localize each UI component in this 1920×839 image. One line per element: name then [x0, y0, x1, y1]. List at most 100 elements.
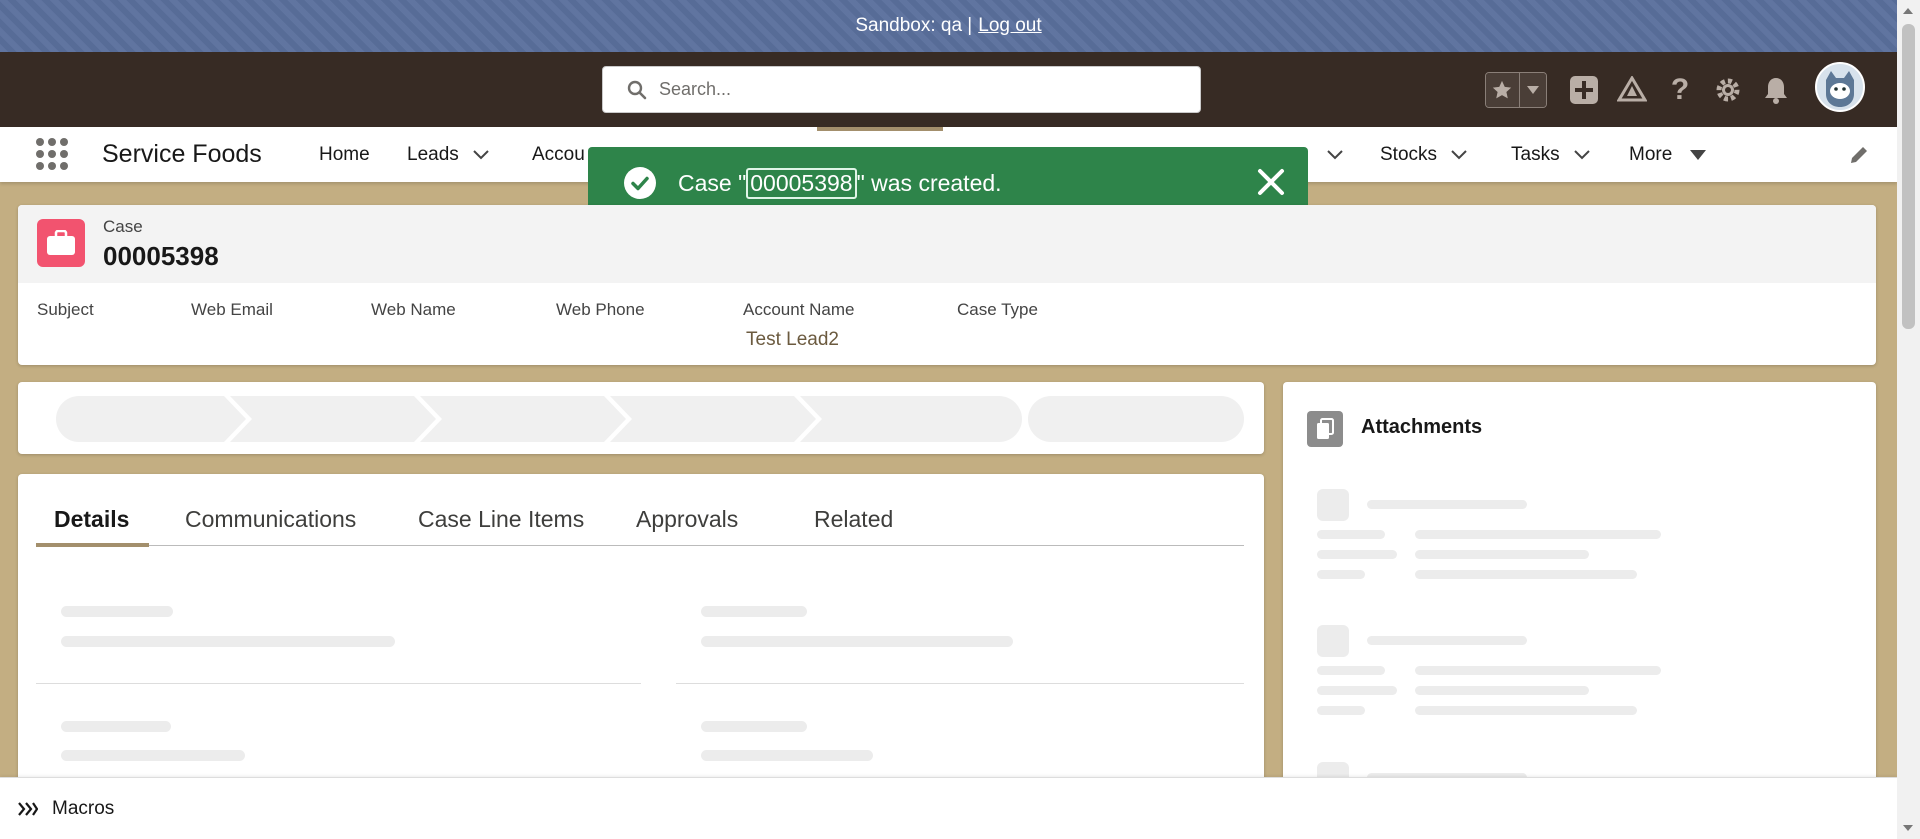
nav-item-home[interactable]: Home: [319, 127, 370, 182]
skeleton-thumb: [1317, 625, 1349, 657]
record-title: 00005398: [103, 241, 219, 271]
highlight-fields: Subject Web Email Web Name Web Phone Acc…: [18, 283, 1876, 365]
account-name-link[interactable]: Test Lead2: [746, 329, 839, 351]
path-action-placeholder: [1028, 396, 1244, 442]
skeleton-line: [1317, 530, 1385, 539]
tab-approvals[interactable]: Approvals: [636, 506, 738, 533]
page-scrollbar[interactable]: [1897, 0, 1920, 839]
global-search[interactable]: [602, 66, 1201, 113]
close-icon[interactable]: [1256, 167, 1286, 203]
nav-item-label: Home: [319, 143, 370, 165]
field-divider: [676, 683, 1244, 684]
logout-link[interactable]: Log out: [978, 15, 1041, 37]
nav-item-label: Stocks: [1380, 143, 1438, 165]
nav-item-label: More: [1629, 143, 1673, 165]
macros-icon[interactable]: [18, 801, 38, 817]
field-label-web-email: Web Email: [191, 300, 273, 319]
nav-item-label: Accou: [532, 143, 585, 165]
sandbox-label: Sandbox: qa |: [855, 15, 973, 36]
attachments-card: Attachments: [1283, 382, 1876, 839]
skeleton-thumb: [1317, 489, 1349, 521]
path-card: [18, 382, 1264, 454]
favorites-dropdown-icon[interactable]: [1518, 73, 1546, 107]
nav-item-tasks[interactable]: Tasks: [1511, 127, 1590, 182]
nav-item-stocks[interactable]: Stocks: [1380, 127, 1467, 182]
skeleton-line: [1415, 530, 1661, 539]
skeleton-line: [1415, 550, 1589, 559]
toast-record-link[interactable]: 00005398: [746, 167, 857, 199]
record-header: Case 00005398: [18, 205, 1876, 283]
favorites-star-icon[interactable]: [1486, 73, 1519, 107]
skeleton-line: [1317, 706, 1365, 715]
skeleton-line: [61, 636, 395, 647]
nav-item-accounts[interactable]: Accou: [532, 127, 585, 182]
toast-suffix: " was created.: [856, 169, 1002, 196]
field-label-account-name: Account Name: [743, 300, 855, 319]
notifications-bell-icon[interactable]: [1761, 75, 1791, 105]
chevron-down-icon[interactable]: [1573, 149, 1590, 160]
sandbox-banner: Sandbox: qa | Log out: [0, 0, 1897, 52]
field-divider: [36, 683, 641, 684]
scroll-up-arrow-icon[interactable]: [1903, 8, 1913, 14]
header-icons: ?: [1485, 70, 1809, 110]
field-label-subject: Subject: [37, 300, 94, 319]
app-launcher-icon[interactable]: [35, 137, 71, 173]
nav-item-label: Tasks: [1511, 143, 1560, 165]
skeleton-line: [1317, 550, 1397, 559]
skeleton-line: [1367, 636, 1527, 645]
skeleton-line: [1415, 706, 1637, 715]
skeleton-line: [1317, 686, 1397, 695]
trailhead-icon[interactable]: [1617, 75, 1647, 105]
scroll-down-arrow-icon[interactable]: [1903, 825, 1913, 831]
field-label-case-type: Case Type: [957, 300, 1038, 319]
skeleton-line: [61, 606, 173, 617]
attachments-icon: [1307, 411, 1343, 447]
tab-case-line-items[interactable]: Case Line Items: [418, 506, 584, 533]
nav-item-label: Leads: [407, 143, 459, 165]
app-name: Service Foods: [102, 140, 262, 168]
caret-down-icon[interactable]: [1690, 149, 1707, 160]
favorites-group: [1485, 72, 1547, 108]
help-icon[interactable]: ?: [1665, 75, 1695, 105]
field-label-web-phone: Web Phone: [556, 300, 645, 319]
macros-label[interactable]: Macros: [52, 798, 114, 820]
success-check-icon: [624, 167, 656, 199]
active-tab-indicator: [36, 543, 149, 547]
edit-nav-pencil-icon[interactable]: [1848, 144, 1870, 166]
global-actions-plus-icon[interactable]: [1569, 75, 1599, 105]
toast-prefix: Case ": [678, 169, 747, 196]
record-tabs: Details Communications Case Line Items A…: [36, 494, 1244, 547]
search-input[interactable]: [659, 79, 1159, 100]
global-header: ?: [0, 52, 1897, 127]
skeleton-line: [701, 721, 807, 732]
nav-item-more[interactable]: More: [1629, 127, 1707, 182]
skeleton-line: [1317, 570, 1365, 579]
skeleton-line: [1367, 500, 1527, 509]
tab-details[interactable]: Details: [54, 506, 129, 533]
tab-communications[interactable]: Communications: [185, 506, 356, 533]
skeleton-line: [61, 721, 171, 732]
path-stages-placeholder: [56, 396, 1022, 442]
skeleton-line: [1415, 666, 1661, 675]
search-icon: [627, 80, 647, 99]
setup-gear-icon[interactable]: [1713, 75, 1743, 105]
attachments-title[interactable]: Attachments: [1361, 416, 1482, 439]
object-label: Case: [103, 217, 143, 236]
active-nav-indicator: [817, 127, 943, 131]
scroll-thumb[interactable]: [1902, 24, 1915, 329]
skeleton-line: [701, 636, 1013, 647]
field-label-web-name: Web Name: [371, 300, 456, 319]
skeleton-line: [1415, 686, 1589, 695]
chevron-down-icon[interactable]: [1327, 150, 1343, 160]
skeleton-line: [701, 606, 807, 617]
chevron-down-icon[interactable]: [1451, 149, 1467, 160]
skeleton-line: [1415, 570, 1637, 579]
skeleton-line: [701, 750, 873, 761]
nav-item-leads[interactable]: Leads: [407, 127, 489, 182]
skeleton-line: [61, 750, 245, 761]
skeleton-line: [1317, 666, 1385, 675]
case-icon: [37, 219, 85, 267]
tab-related[interactable]: Related: [814, 506, 893, 533]
user-avatar[interactable]: [1815, 62, 1865, 112]
chevron-down-icon[interactable]: [473, 149, 489, 160]
